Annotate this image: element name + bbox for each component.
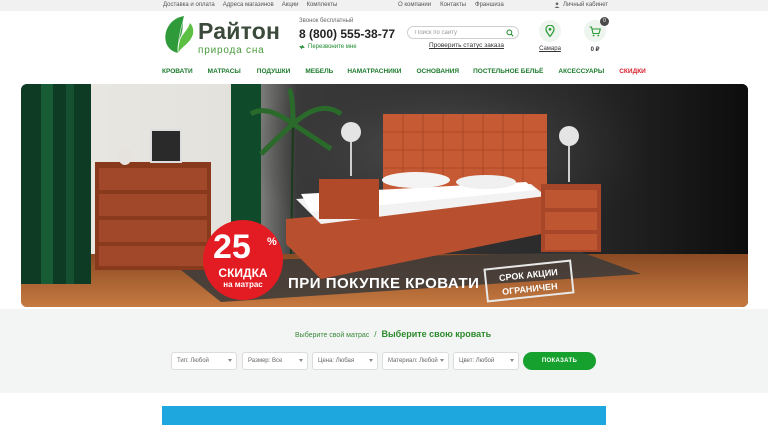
tab-choose-bed[interactable]: Выберите свою кровать: [381, 329, 491, 339]
nav-item-bases[interactable]: ОСНОВАНИЯ: [416, 68, 459, 75]
cart-button[interactable]: 0 0 ₽: [582, 17, 609, 53]
chevron-down-icon: [369, 359, 373, 362]
cart-badge-wrap: 0: [584, 17, 609, 42]
nav-item-accessories[interactable]: АКСЕССУАРЫ: [558, 68, 604, 75]
chevron-down-icon: [299, 359, 303, 362]
top-links-left: Доставка и оплата Адреса магазинов Акции…: [163, 2, 337, 8]
link-franchise[interactable]: Франшиза: [475, 2, 504, 8]
link-delivery[interactable]: Доставка и оплата: [163, 2, 215, 8]
select-price[interactable]: Цена: Любая: [312, 352, 378, 370]
bedroom-scene: [21, 84, 748, 307]
cart-count-badge: 0: [600, 17, 609, 26]
nav-item-sale[interactable]: СКИДКИ: [619, 68, 646, 75]
link-stores[interactable]: Адреса магазинов: [223, 2, 274, 8]
tab-choose-mattress[interactable]: Выберите свой матрас: [295, 332, 369, 339]
select-type[interactable]: Тип: Любой: [171, 352, 237, 370]
filter-switch: Выберите свой матрас / Выберите свою кро…: [295, 329, 491, 339]
phone-number[interactable]: 8 (800) 555-38-77: [299, 27, 395, 41]
link-contacts[interactable]: Контакты: [440, 2, 466, 8]
link-sets[interactable]: Комплекты: [306, 2, 337, 8]
logo-tagline: природа сна: [198, 45, 265, 56]
leaf-logo-icon: [165, 16, 194, 54]
callback-link[interactable]: Перезвоните мне: [299, 44, 395, 50]
nav-item-pillows[interactable]: ПОДУШКИ: [257, 68, 291, 75]
nav-item-furniture[interactable]: МЕБЕЛЬ: [305, 68, 333, 75]
nav-item-toppers[interactable]: НАМАТРАСНИКИ: [347, 68, 401, 75]
search-box: [407, 26, 519, 39]
chevron-down-icon: [440, 359, 444, 362]
chevron-down-icon: [228, 359, 232, 362]
user-icon: [554, 2, 560, 8]
select-price-value: Цена: Любая: [318, 358, 355, 364]
banner-headline: ПРИ ПОКУПКЕ КРОВАТИ: [288, 275, 480, 292]
discount-sign: %: [267, 236, 277, 248]
select-material-value: Материал: Любой: [388, 358, 438, 364]
phone-block: Звонок бесплатный 8 (800) 555-38-77 Пере…: [299, 18, 395, 50]
account-link[interactable]: Личный кабинет: [554, 2, 608, 8]
nav-item-bedding[interactable]: ПОСТЕЛЬНОЕ БЕЛЬЁ: [473, 68, 543, 75]
chevron-down-icon: [510, 359, 514, 362]
logo-name: Райтон: [198, 18, 281, 44]
search-input[interactable]: [415, 29, 503, 37]
promo-strip[interactable]: [162, 406, 606, 425]
show-button[interactable]: ПОКАЗАТЬ: [523, 352, 596, 370]
city-pin-badge: [539, 20, 561, 42]
select-size[interactable]: Размер: Все: [242, 352, 308, 370]
link-about[interactable]: О компании: [398, 2, 431, 8]
city-name: Самара: [539, 46, 561, 52]
select-color-value: Цвет: Любой: [459, 358, 495, 364]
location-pin-icon: [545, 25, 555, 37]
promo-banner[interactable]: 25 % СКИДКА на матрас ПРИ ПОКУПКЕ КРОВАТ…: [21, 84, 748, 307]
discount-word: СКИДКА: [218, 266, 268, 280]
select-type-value: Тип: Любой: [177, 358, 209, 364]
callback-label: Перезвоните мне: [308, 44, 357, 50]
discount-target: на матрас: [223, 280, 263, 289]
link-promos[interactable]: Акции: [282, 2, 299, 8]
filter-section: [0, 309, 768, 393]
top-links-mid: О компании Контакты Франшиза: [398, 2, 504, 8]
select-size-value: Размер: Все: [248, 358, 283, 364]
discount-percent: 25: [213, 228, 251, 266]
city-selector[interactable]: Самара: [537, 20, 563, 52]
main-nav: КРОВАТИ МАТРАСЫ ПОДУШКИ МЕБЕЛЬ НАМАТРАСН…: [162, 68, 646, 75]
discount-badge: 25 % СКИДКА на матрас: [203, 220, 283, 300]
refresh-arrows-icon: [299, 44, 305, 50]
top-utility-bar: Доставка и оплата Адреса магазинов Акции…: [0, 0, 768, 11]
phone-label: Звонок бесплатный: [299, 18, 354, 24]
select-material[interactable]: Материал: Любой: [382, 352, 449, 370]
order-status-link[interactable]: Проверить статус заказа: [429, 42, 504, 49]
search-icon[interactable]: [506, 29, 514, 37]
logo[interactable]: Райтон природа сна: [162, 16, 282, 56]
select-color[interactable]: Цвет: Любой: [453, 352, 519, 370]
nav-item-beds[interactable]: КРОВАТИ: [162, 68, 193, 75]
account-label: Личный кабинет: [563, 2, 609, 8]
cart-sum: 0 ₽: [590, 47, 600, 53]
cart-icon: [589, 25, 601, 36]
tab-separator: /: [374, 330, 377, 339]
nav-item-mattresses[interactable]: МАТРАСЫ: [208, 68, 241, 75]
